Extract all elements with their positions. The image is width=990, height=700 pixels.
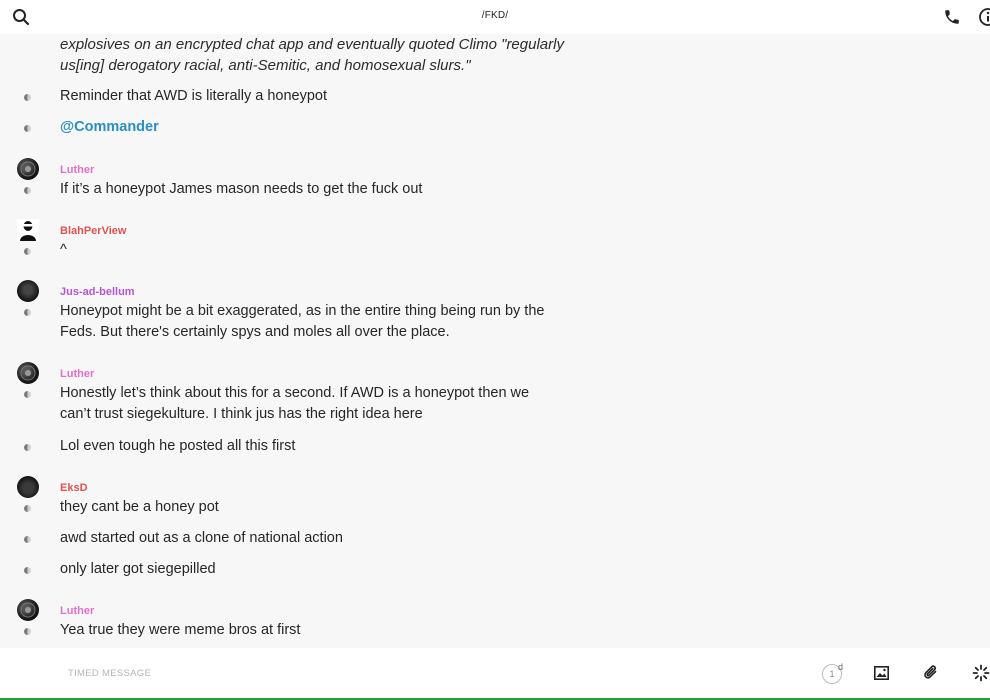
author-name[interactable]: EksD — [60, 482, 88, 494]
message-text: awd started out as a clone of national a… — [60, 530, 343, 546]
avatar[interactable] — [17, 362, 39, 384]
avatar[interactable] — [17, 280, 39, 302]
paperclip-icon[interactable] — [923, 664, 939, 682]
author-name[interactable]: Luther — [60, 164, 94, 176]
message-text: Honeypot might be a bit exaggerated, as … — [60, 303, 545, 340]
mention-link[interactable]: @Commander — [60, 117, 560, 138]
message-text: ^ — [60, 242, 67, 258]
composer-bar: TIMED MESSAGE 1 d — [0, 648, 990, 698]
image-icon[interactable] — [874, 666, 889, 680]
read-status-icon — [24, 125, 31, 132]
author-name[interactable]: Jus-ad-bellum — [60, 286, 135, 298]
message-text: only later got siegepilled — [60, 561, 216, 577]
read-status-icon — [24, 505, 31, 512]
author-name[interactable]: Luther — [60, 605, 94, 617]
message-text: Honestly let’s think about this for a se… — [60, 385, 530, 422]
read-status-icon — [24, 187, 31, 194]
message-text: Reminder that AWD is literally a honeypo… — [60, 88, 328, 104]
read-status-icon — [24, 391, 31, 398]
info-icon[interactable] — [978, 7, 990, 27]
message-input[interactable]: TIMED MESSAGE — [68, 668, 151, 679]
message-text: they cant be a honey pot — [60, 499, 219, 515]
read-status-icon — [24, 444, 31, 451]
message-text-quote: explosives on an encrypted chat app and … — [60, 36, 564, 74]
author-name[interactable]: Luther — [60, 368, 94, 380]
read-status-icon — [24, 536, 31, 543]
message-text: Lol even tough he posted all this first — [60, 438, 296, 454]
avatar[interactable] — [17, 219, 39, 241]
message-text: Yea true they were meme bros at first — [60, 622, 301, 638]
message-list[interactable]: explosives on an encrypted chat app and … — [0, 34, 990, 648]
read-status-icon — [24, 248, 31, 255]
sparkle-icon[interactable] — [972, 664, 990, 682]
read-status-icon — [24, 309, 31, 316]
avatar[interactable] — [17, 158, 39, 180]
message-text: If it’s a honeypot James mason needs to … — [60, 181, 423, 197]
read-status-icon — [24, 94, 31, 101]
avatar[interactable] — [17, 476, 39, 498]
author-name[interactable]: BlahPerView — [60, 225, 126, 237]
read-status-icon — [24, 628, 31, 635]
conversation-title: /FKD/ — [481, 10, 509, 21]
phone-icon[interactable] — [943, 8, 961, 26]
timer-unit-label: d — [838, 662, 844, 672]
top-bar: /FKD/ — [0, 0, 990, 34]
avatar[interactable] — [17, 599, 39, 621]
read-status-icon — [24, 567, 31, 574]
